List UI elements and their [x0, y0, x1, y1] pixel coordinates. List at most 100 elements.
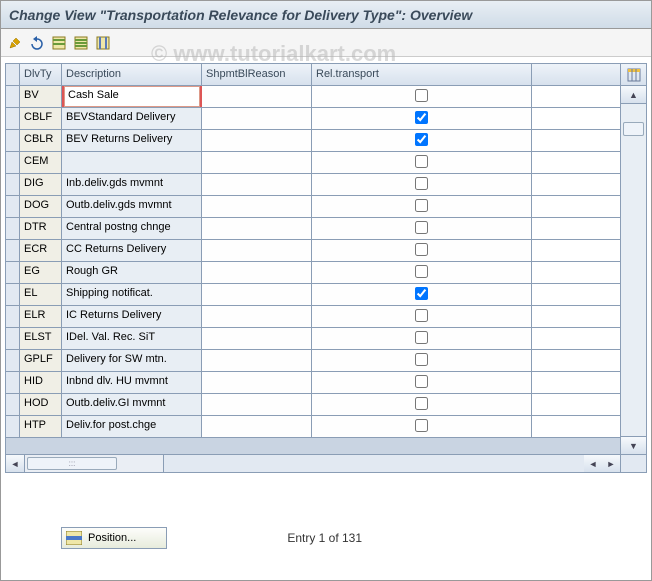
- table-row[interactable]: DTRCentral postng chnge: [6, 218, 620, 240]
- reltransport-checkbox[interactable]: [415, 375, 428, 388]
- scroll-up-button[interactable]: ▲: [621, 86, 646, 104]
- row-selector[interactable]: [6, 108, 20, 129]
- hscroll-track[interactable]: :::: [24, 455, 164, 472]
- table-row[interactable]: CEM: [6, 152, 620, 174]
- cell-reltransport[interactable]: [312, 218, 532, 239]
- col-header-shpmtblreason[interactable]: ShpmtBlReason: [202, 64, 312, 85]
- cell-reltransport[interactable]: [312, 240, 532, 261]
- cell-dlvty[interactable]: DIG: [20, 174, 62, 195]
- cell-dlvty[interactable]: HID: [20, 372, 62, 393]
- cell-description[interactable]: Central postng chnge: [62, 218, 202, 239]
- save-row-button[interactable]: [49, 33, 69, 53]
- configure-columns-button[interactable]: [620, 64, 646, 85]
- cell-reltransport[interactable]: [312, 416, 532, 437]
- horizontal-scrollbar[interactable]: ◄ ::: ◄ ►: [6, 454, 646, 472]
- scroll-right-start-button[interactable]: ◄: [584, 455, 602, 472]
- hscroll-thumb[interactable]: :::: [27, 457, 117, 470]
- row-selector[interactable]: [6, 130, 20, 151]
- scroll-right-button[interactable]: ►: [602, 455, 620, 472]
- row-selector[interactable]: [6, 284, 20, 305]
- cell-reltransport[interactable]: [312, 306, 532, 327]
- cell-shpmtblreason[interactable]: [202, 306, 312, 327]
- cell-reltransport[interactable]: [312, 350, 532, 371]
- vertical-scrollbar[interactable]: ▲ ▼: [620, 86, 646, 454]
- cell-description[interactable]: Cash Sale: [62, 86, 202, 107]
- table-row[interactable]: EGRough GR: [6, 262, 620, 284]
- cell-dlvty[interactable]: DOG: [20, 196, 62, 217]
- reltransport-checkbox[interactable]: [415, 419, 428, 432]
- reltransport-checkbox[interactable]: [415, 221, 428, 234]
- table-row[interactable]: HIDInbnd dlv. HU mvmnt: [6, 372, 620, 394]
- cell-description[interactable]: Shipping notificat.: [62, 284, 202, 305]
- row-selector[interactable]: [6, 394, 20, 415]
- position-button[interactable]: Position...: [61, 527, 167, 549]
- cell-dlvty[interactable]: CBLF: [20, 108, 62, 129]
- row-selector[interactable]: [6, 174, 20, 195]
- cell-description[interactable]: Delivery for SW mtn.: [62, 350, 202, 371]
- cell-description[interactable]: IDel. Val. Rec. SiT: [62, 328, 202, 349]
- cell-shpmtblreason[interactable]: [202, 372, 312, 393]
- row-selector[interactable]: [6, 262, 20, 283]
- cell-description[interactable]: Inbnd dlv. HU mvmnt: [62, 372, 202, 393]
- reltransport-checkbox[interactable]: [415, 199, 428, 212]
- reltransport-checkbox[interactable]: [415, 243, 428, 256]
- cell-dlvty[interactable]: ELR: [20, 306, 62, 327]
- cell-description[interactable]: Outb.deliv.GI mvmnt: [62, 394, 202, 415]
- cell-reltransport[interactable]: [312, 328, 532, 349]
- cell-shpmtblreason[interactable]: [202, 108, 312, 129]
- reltransport-checkbox[interactable]: [415, 331, 428, 344]
- toggle-edit-button[interactable]: [5, 33, 25, 53]
- cell-reltransport[interactable]: [312, 262, 532, 283]
- reltransport-checkbox[interactable]: [415, 155, 428, 168]
- reltransport-checkbox[interactable]: [415, 111, 428, 124]
- cell-shpmtblreason[interactable]: [202, 152, 312, 173]
- undo-button[interactable]: [27, 33, 47, 53]
- cell-shpmtblreason[interactable]: [202, 328, 312, 349]
- cell-description[interactable]: IC Returns Delivery: [62, 306, 202, 327]
- cell-description[interactable]: Outb.deliv.gds mvmnt: [62, 196, 202, 217]
- reltransport-checkbox[interactable]: [415, 353, 428, 366]
- cell-dlvty[interactable]: EG: [20, 262, 62, 283]
- save-all-button[interactable]: [71, 33, 91, 53]
- scroll-track[interactable]: [621, 104, 646, 436]
- cell-reltransport[interactable]: [312, 372, 532, 393]
- select-columns-button[interactable]: [93, 33, 113, 53]
- table-row[interactable]: BVCash Sale: [6, 86, 620, 108]
- cell-dlvty[interactable]: EL: [20, 284, 62, 305]
- cell-description[interactable]: Rough GR: [62, 262, 202, 283]
- row-selector-header[interactable]: [6, 64, 20, 85]
- row-selector[interactable]: [6, 328, 20, 349]
- row-selector[interactable]: [6, 350, 20, 371]
- row-selector[interactable]: [6, 196, 20, 217]
- cell-reltransport[interactable]: [312, 196, 532, 217]
- col-header-reltransport[interactable]: Rel.transport: [312, 64, 532, 85]
- reltransport-checkbox[interactable]: [415, 133, 428, 146]
- row-selector[interactable]: [6, 86, 20, 107]
- cell-reltransport[interactable]: [312, 152, 532, 173]
- cell-shpmtblreason[interactable]: [202, 130, 312, 151]
- reltransport-checkbox[interactable]: [415, 287, 428, 300]
- cell-shpmtblreason[interactable]: [202, 262, 312, 283]
- cell-shpmtblreason[interactable]: [202, 416, 312, 437]
- row-selector[interactable]: [6, 416, 20, 437]
- row-selector[interactable]: [6, 306, 20, 327]
- cell-shpmtblreason[interactable]: [202, 394, 312, 415]
- cell-dlvty[interactable]: HTP: [20, 416, 62, 437]
- reltransport-checkbox[interactable]: [415, 177, 428, 190]
- row-selector[interactable]: [6, 152, 20, 173]
- row-selector[interactable]: [6, 240, 20, 261]
- cell-reltransport[interactable]: [312, 86, 532, 107]
- cell-reltransport[interactable]: [312, 130, 532, 151]
- table-row[interactable]: HTPDeliv.for post.chge: [6, 416, 620, 438]
- cell-description[interactable]: BEV Returns Delivery: [62, 130, 202, 151]
- cell-dlvty[interactable]: DTR: [20, 218, 62, 239]
- cell-dlvty[interactable]: ELST: [20, 328, 62, 349]
- cell-description[interactable]: CC Returns Delivery: [62, 240, 202, 261]
- cell-shpmtblreason[interactable]: [202, 350, 312, 371]
- cell-description[interactable]: Deliv.for post.chge: [62, 416, 202, 437]
- cell-reltransport[interactable]: [312, 174, 532, 195]
- table-row[interactable]: DIGInb.deliv.gds mvmnt: [6, 174, 620, 196]
- cell-description[interactable]: BEVStandard Delivery: [62, 108, 202, 129]
- cell-shpmtblreason[interactable]: [202, 284, 312, 305]
- cell-shpmtblreason[interactable]: [202, 174, 312, 195]
